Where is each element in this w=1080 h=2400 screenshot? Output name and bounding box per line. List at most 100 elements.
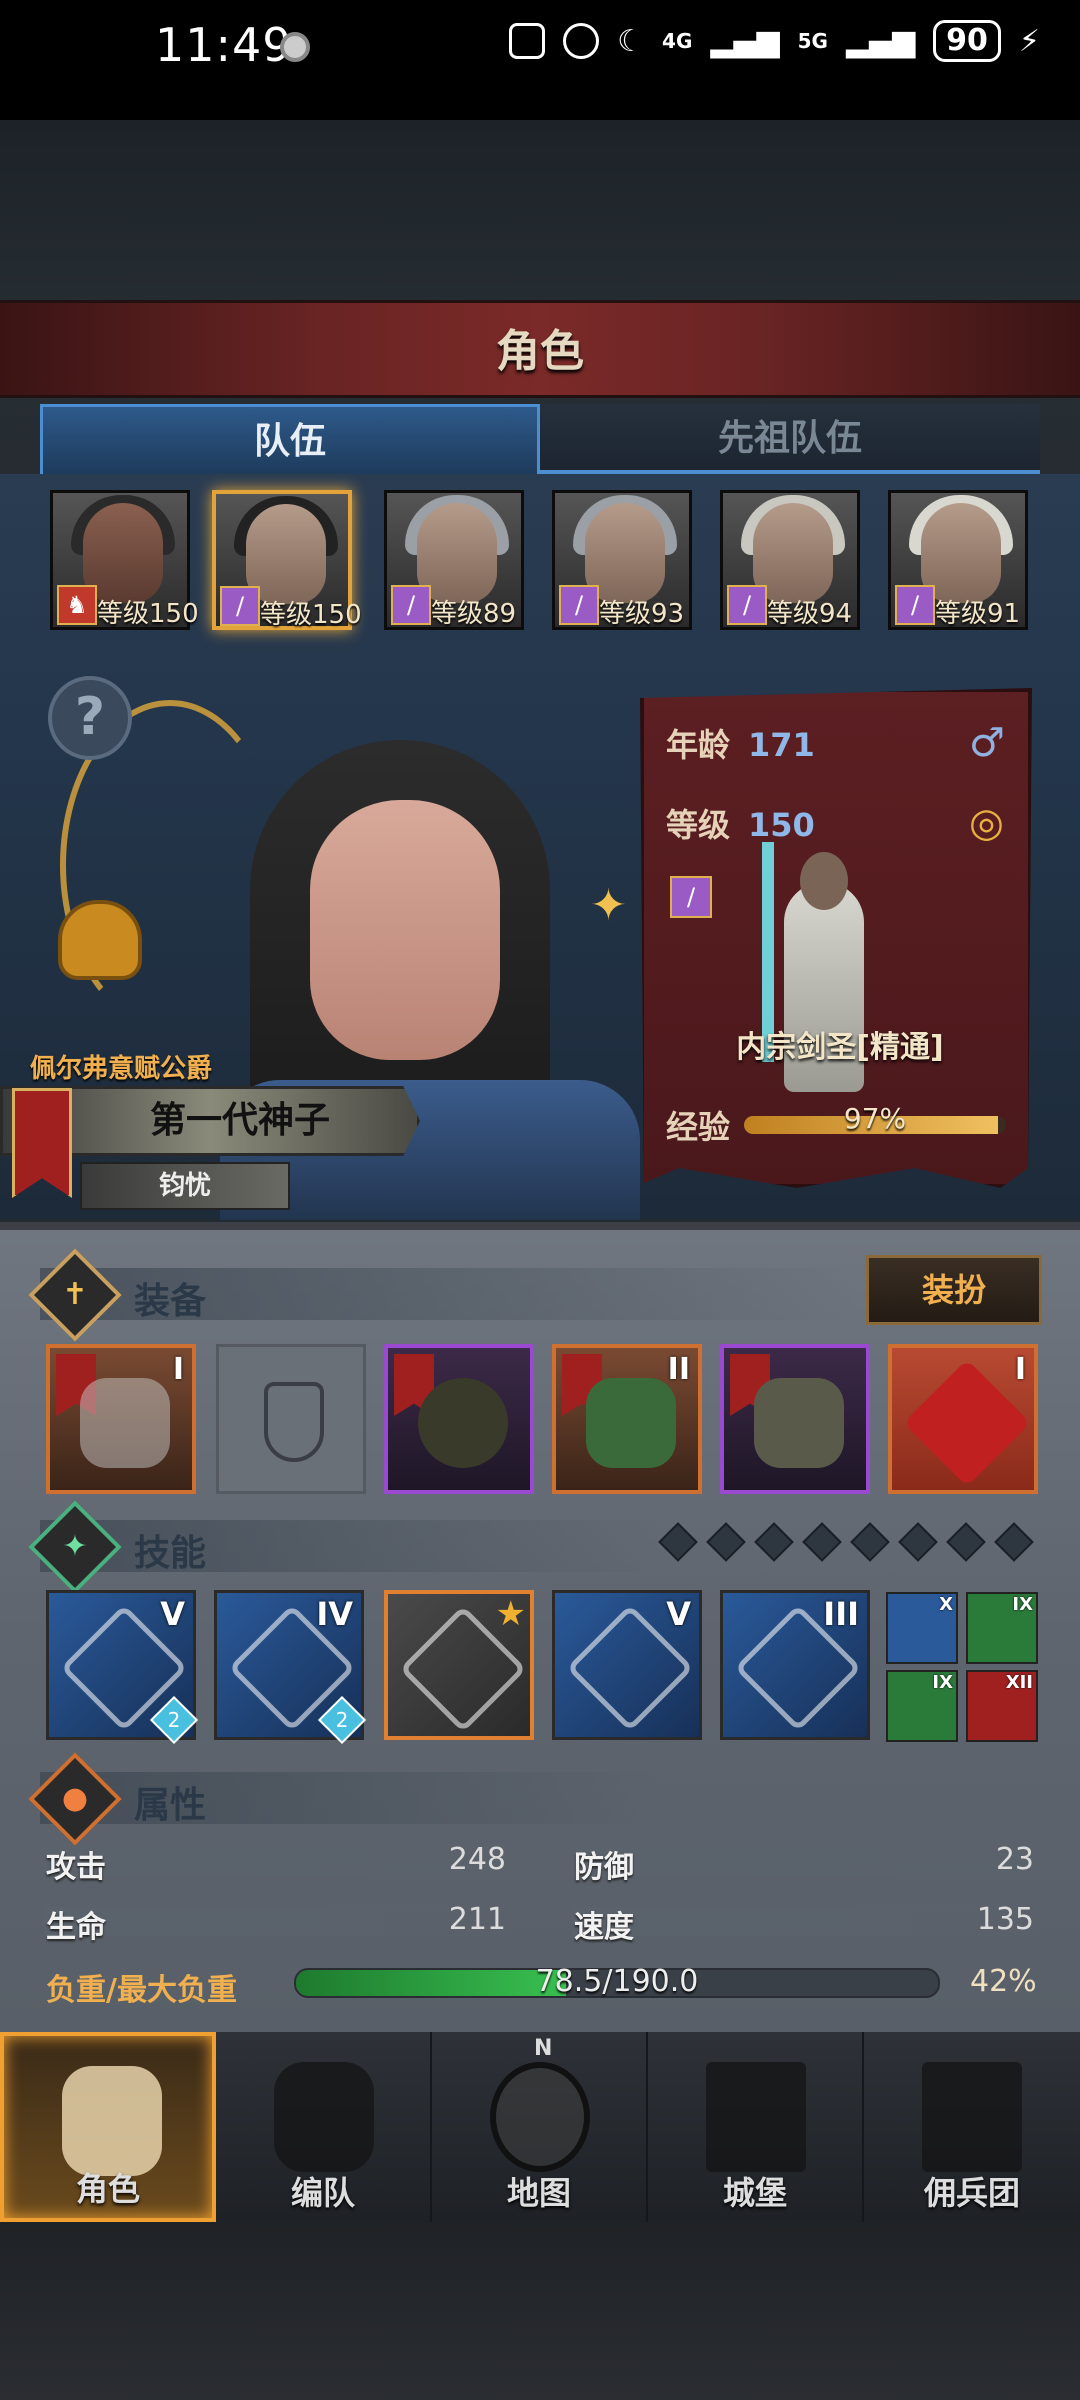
signal-icon: ▂▄▆ xyxy=(710,23,780,59)
nav-mercenary[interactable]: 佣兵团 xyxy=(864,2032,1080,2222)
help-button[interactable]: ? xyxy=(48,676,132,760)
staff-icon: / xyxy=(559,585,599,625)
load-value: 78.5/190.0 xyxy=(535,1964,699,1999)
skill-slot-2[interactable]: IV 2 xyxy=(214,1590,367,1745)
load-percent: 42% xyxy=(970,1964,1037,1999)
horse-icon: ♞ xyxy=(57,585,97,625)
potion-icon[interactable] xyxy=(58,900,142,980)
passive-skill-1[interactable]: X xyxy=(886,1592,958,1664)
skill-rank: IV xyxy=(316,1595,353,1633)
title-banner[interactable]: 佩尔弗意赋公爵 第一代神子 钧忧 xyxy=(0,1040,420,1220)
compass-icon xyxy=(490,2062,590,2172)
equip-slot-shield[interactable] xyxy=(216,1344,366,1494)
skill-slot-1[interactable]: V 2 xyxy=(46,1590,199,1745)
shield-icon xyxy=(264,1382,324,1462)
nav-formation[interactable]: 编队 xyxy=(216,2032,432,2222)
equip-slot-charm[interactable]: I xyxy=(888,1344,1038,1494)
helmet-icon xyxy=(418,1378,508,1468)
skill-rank: V xyxy=(160,1595,185,1633)
network-5g: 5G xyxy=(797,29,828,53)
age-label: 年龄 xyxy=(666,726,731,764)
ring-icon[interactable]: ◎ xyxy=(969,800,1004,846)
roster-slot-1[interactable]: ♞ 等级150 xyxy=(50,490,199,630)
faction-flag-icon xyxy=(12,1088,72,1198)
cross-icon: ✝ xyxy=(62,1277,88,1312)
signal-icon: ▂▄▆ xyxy=(845,23,916,59)
equip-slot-helmet[interactable] xyxy=(384,1344,534,1494)
tab-bar: 队伍 先祖队伍 xyxy=(40,404,1040,474)
skill-badge-count: 2 xyxy=(167,1708,181,1732)
staff-icon: / xyxy=(727,585,767,625)
skill-slot-3[interactable]: ★ xyxy=(384,1590,534,1740)
skill-rank: IX xyxy=(1012,1594,1033,1615)
equip-slot-weapon[interactable]: I xyxy=(46,1344,196,1494)
skill-slot-4[interactable]: V xyxy=(552,1590,702,1740)
compass-north-label: N xyxy=(534,2036,553,2061)
roster-slot-5[interactable]: / 等级94 xyxy=(720,490,860,630)
skill-rank: X xyxy=(939,1594,953,1615)
roster-level: 等级94 xyxy=(767,599,853,629)
age-row: 年龄 171 xyxy=(666,720,815,766)
attributes-title: 属性 xyxy=(134,1785,207,1826)
attributes-header-bar xyxy=(40,1772,660,1824)
male-icon: ♂ xyxy=(969,720,1005,766)
roster-slot-3[interactable]: / 等级89 xyxy=(384,490,524,630)
nfc-icon xyxy=(509,23,546,59)
tab-ancestor-team[interactable]: 先祖队伍 xyxy=(540,404,1040,474)
roster-level: 等级150 xyxy=(260,600,362,630)
tab-team[interactable]: 队伍 xyxy=(40,404,540,474)
staff-icon: / xyxy=(220,586,260,626)
dress-up-button[interactable]: 装扮 xyxy=(866,1255,1042,1325)
status-bar: 11:49 ☾ 4G ▂▄▆ 5G ▂▄▆ 90 ⚡ xyxy=(0,0,1080,120)
castle-icon xyxy=(706,2062,806,2172)
skill-badge: 2 xyxy=(317,1695,367,1745)
helmet-icon xyxy=(274,2062,374,2172)
page-header: 角色 xyxy=(0,300,1080,398)
banner-icon xyxy=(922,2062,1022,2172)
nav-character[interactable]: 角色 xyxy=(0,2032,216,2222)
knot-charm-icon xyxy=(903,1359,1031,1487)
notification-dot-icon xyxy=(280,32,310,62)
nav-castle[interactable]: 城堡 xyxy=(648,2032,864,2222)
equip-slot-armor[interactable]: II xyxy=(552,1344,702,1494)
exp-label: 经验 xyxy=(666,1108,731,1146)
roster-slot-6[interactable]: / 等级91 xyxy=(888,490,1028,630)
clock: 11:49 xyxy=(155,18,293,72)
star-icon: ✦ xyxy=(62,1529,88,1564)
passive-skill-2[interactable]: IX xyxy=(966,1592,1038,1664)
noble-title: 佩尔弗意赋公爵 xyxy=(30,1054,213,1084)
nav-label: 佣兵团 xyxy=(923,2174,1020,2212)
armor-icon xyxy=(586,1378,676,1468)
skill-badge-count: 2 xyxy=(335,1708,349,1732)
equipment-title: 装备 xyxy=(134,1281,207,1322)
roster-slot-4[interactable]: / 等级93 xyxy=(552,490,692,630)
speed-value: 135 xyxy=(976,1902,1034,1937)
weapon-icon xyxy=(80,1378,170,1468)
skill-rank: XII xyxy=(1005,1672,1033,1693)
skill-slot-5[interactable]: III xyxy=(720,1590,870,1740)
load-label: 负重/最大负重 xyxy=(46,1973,237,2008)
boots-icon xyxy=(754,1378,844,1468)
roster-level: 等级89 xyxy=(431,599,517,629)
moon-icon: ☾ xyxy=(617,23,645,59)
equip-rank: I xyxy=(172,1352,184,1387)
roster-slot-2[interactable]: / 等级150 xyxy=(212,490,362,630)
equip-rank: I xyxy=(1014,1352,1026,1387)
passive-skill-3[interactable]: IX xyxy=(886,1670,958,1742)
defense-label: 防御 xyxy=(574,1850,634,1885)
skill-rank: IX xyxy=(932,1672,953,1693)
defense-value: 23 xyxy=(995,1842,1034,1877)
equip-slot-boots[interactable] xyxy=(720,1344,870,1494)
charging-icon: ⚡ xyxy=(1018,23,1040,59)
level-row: 等级 150 xyxy=(666,800,815,846)
star-icon: ★ xyxy=(495,1594,526,1634)
knight-icon xyxy=(62,2066,162,2176)
nav-label: 地图 xyxy=(506,2174,571,2212)
equip-rank: II xyxy=(667,1352,690,1387)
alarm-icon xyxy=(563,23,600,59)
person-icon: ● xyxy=(61,1781,89,1816)
passive-skill-4[interactable]: XII xyxy=(966,1670,1038,1742)
battery-icon: 90 xyxy=(933,20,1001,62)
class-name: 内宗剑圣[精通] xyxy=(736,1030,944,1065)
skill-rank: V xyxy=(666,1595,691,1633)
